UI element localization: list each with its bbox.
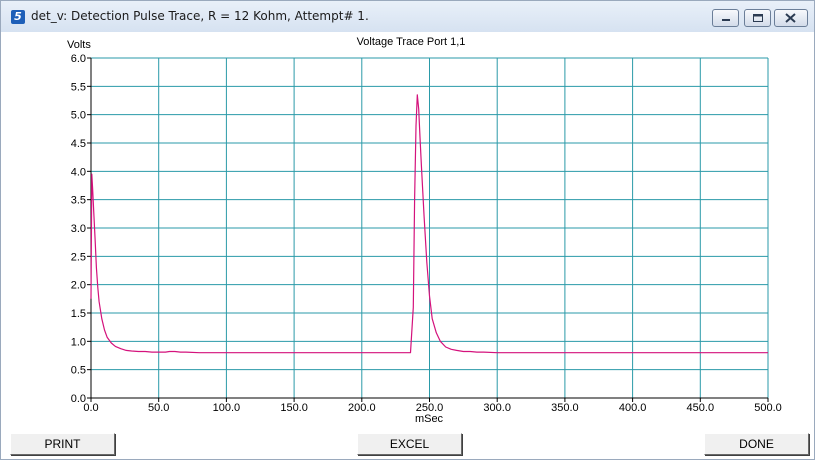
y-tick-label: 1.0 [71, 336, 86, 348]
y-tick-label: 6.0 [71, 53, 86, 65]
chart-title: Voltage Trace Port 1,1 [357, 36, 466, 48]
x-tick-label: 350.0 [551, 402, 579, 414]
grid-lines [91, 57, 769, 398]
y-tick-label: 5.5 [71, 81, 86, 93]
x-tick-label: 50.0 [148, 402, 169, 414]
x-tick-label: 450.0 [687, 402, 715, 414]
x-tick-label: 150.0 [280, 402, 308, 414]
done-button[interactable]: DONE [704, 433, 809, 455]
x-tick-label: 500.0 [754, 402, 782, 414]
y-tick-label: 2.0 [71, 280, 86, 292]
y-tick-label: 0.0 [71, 393, 86, 405]
y-tick-label: 1.5 [71, 308, 86, 320]
x-tick-label: 100.0 [213, 402, 241, 414]
voltage-trace-chart: 0.0 50.0 100.0 150.0 200.0 250.0 300.0 350.0 400… [67, 36, 782, 425]
y-tick-label: 4.0 [71, 166, 86, 178]
y-tick-label: 3.5 [71, 195, 86, 207]
chart-axes [87, 57, 769, 402]
x-tick-label: 300.0 [483, 402, 511, 414]
y-tick-label: 5.0 [71, 110, 86, 122]
y-tick-label: 2.5 [71, 251, 86, 263]
y-tick-label: 0.5 [71, 365, 86, 377]
y-axis-label: Volts [67, 39, 91, 51]
excel-button[interactable]: EXCEL [357, 433, 462, 455]
app-window: 5 det_v: Detection Pulse Trace, R = 12 K… [0, 0, 815, 460]
x-axis-label: mSec [415, 413, 444, 425]
y-tick-label: 4.5 [71, 138, 86, 150]
x-tick-label: 200.0 [348, 402, 376, 414]
print-button[interactable]: PRINT [10, 433, 115, 455]
x-tick-label: 400.0 [619, 402, 647, 414]
y-tick-label: 3.0 [71, 223, 86, 235]
y-tick-labels: 0.0 0.5 1.0 1.5 2.0 2.5 3.0 3.5 4.0 4.5 5.0 5.5 6.0 [71, 53, 86, 405]
